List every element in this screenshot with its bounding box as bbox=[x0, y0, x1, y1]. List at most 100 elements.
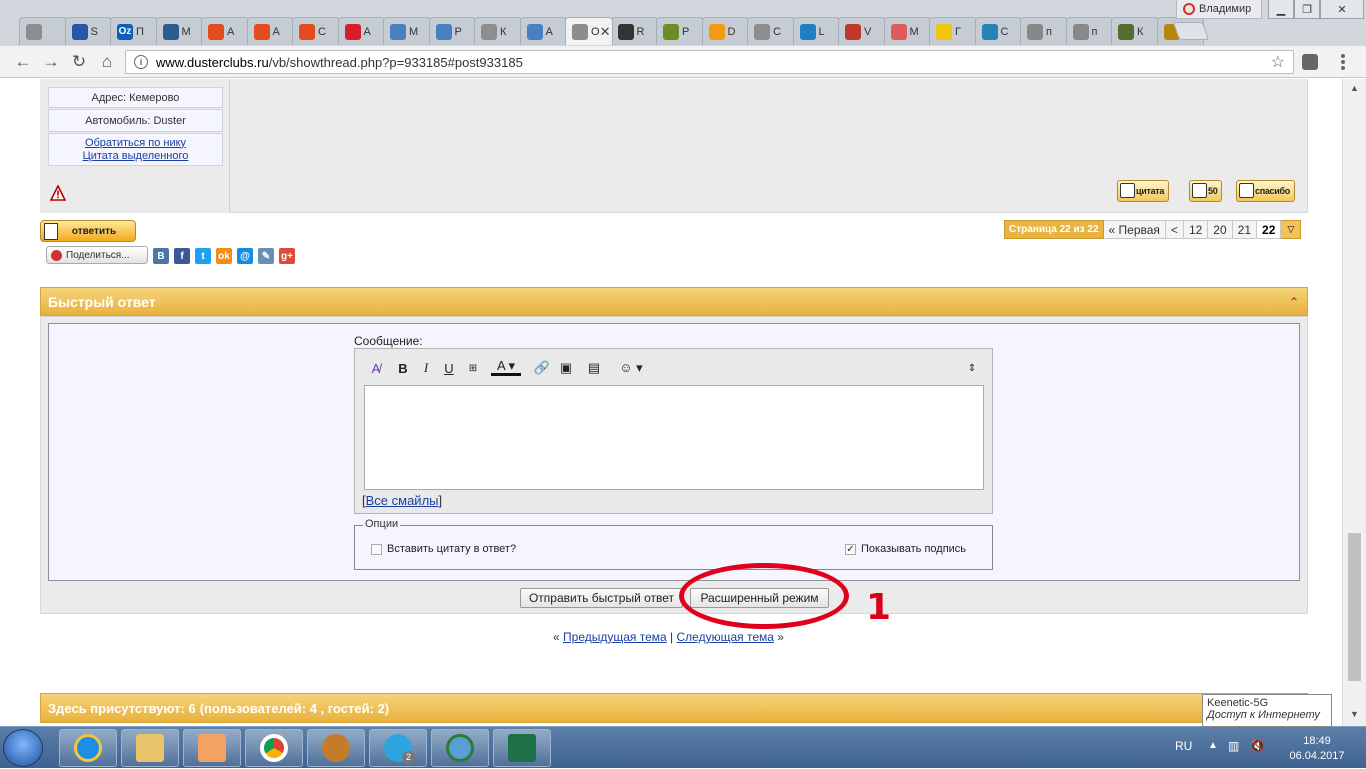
start-button[interactable] bbox=[3, 729, 43, 767]
language-indicator[interactable]: RU bbox=[1175, 739, 1192, 753]
quote-button[interactable]: цитата bbox=[1117, 180, 1170, 202]
reply-button[interactable]: ответить bbox=[40, 220, 136, 242]
next-thread-link[interactable]: Следующая тема bbox=[677, 630, 774, 644]
browser-menu-button[interactable] bbox=[1340, 54, 1346, 70]
minimize-button[interactable]: ▁ bbox=[1268, 0, 1294, 19]
tray-expand-icon[interactable]: ▲ bbox=[1208, 740, 1218, 751]
pager-dropdown-icon[interactable]: ▽ bbox=[1281, 220, 1302, 239]
site-info-icon[interactable]: i bbox=[134, 55, 148, 69]
browser-tab[interactable]: Р bbox=[656, 17, 704, 45]
browser-tab[interactable]: А bbox=[337, 17, 385, 45]
social-share-icon[interactable]: @ bbox=[237, 248, 253, 264]
browser-tab[interactable]: М bbox=[383, 17, 431, 45]
prev-thread-link[interactable]: Предыдущая тема bbox=[563, 630, 667, 644]
message-textarea[interactable] bbox=[364, 385, 984, 490]
new-tab-button[interactable] bbox=[1172, 22, 1210, 40]
tray-app-icon[interactable]: ▥ bbox=[1228, 739, 1239, 753]
page-link[interactable]: 20 bbox=[1208, 220, 1233, 239]
tab-close-icon[interactable]: ✕ bbox=[600, 24, 611, 40]
browser-tab[interactable]: С bbox=[747, 17, 795, 45]
browser-tab[interactable]: Г bbox=[929, 17, 977, 45]
browser-tab[interactable]: М bbox=[883, 17, 931, 45]
quote-icon[interactable]: ▤ bbox=[584, 358, 604, 378]
resize-toggle-icon[interactable]: ⇕ bbox=[962, 358, 982, 378]
page-scrollbar[interactable]: ▲ ▼ bbox=[1342, 79, 1366, 726]
excel-icon bbox=[508, 734, 536, 762]
taskbar-media[interactable] bbox=[183, 729, 241, 767]
italic-icon[interactable]: I bbox=[416, 358, 436, 378]
page-link[interactable]: 21 bbox=[1232, 220, 1258, 239]
browser-tab[interactable]: О ✕ bbox=[565, 17, 613, 45]
collapse-icon[interactable]: ⌃ bbox=[1289, 295, 1299, 309]
reload-button[interactable]: ↻ bbox=[68, 52, 90, 72]
bold-icon[interactable]: B bbox=[393, 358, 413, 378]
share-button[interactable]: Поделиться... bbox=[46, 246, 148, 264]
social-share-icon[interactable]: В bbox=[153, 248, 169, 264]
taskbar-app[interactable] bbox=[307, 729, 365, 767]
profile-button[interactable]: Владимир bbox=[1176, 0, 1262, 19]
extension-icon[interactable] bbox=[1302, 54, 1318, 70]
social-share-icon[interactable]: g+ bbox=[279, 248, 295, 264]
browser-tab[interactable]: М bbox=[155, 17, 203, 45]
browser-tab[interactable]: А bbox=[519, 17, 567, 45]
browser-tab[interactable]: п bbox=[1020, 17, 1068, 45]
browser-tab[interactable]: S bbox=[64, 17, 112, 45]
volume-muted-icon[interactable]: 🔇 bbox=[1250, 739, 1265, 753]
social-share-icon[interactable]: f bbox=[174, 248, 190, 264]
browser-tab[interactable]: L bbox=[792, 17, 840, 45]
multi-quote-button[interactable]: 50 bbox=[1189, 180, 1223, 202]
thanks-button[interactable]: спасибо bbox=[1236, 180, 1295, 202]
taskbar-explorer[interactable] bbox=[121, 729, 179, 767]
show-signature-checkbox[interactable]: ✓ bbox=[845, 543, 856, 555]
prev-page-link[interactable]: < bbox=[1165, 220, 1184, 239]
first-page-link[interactable]: « Первая bbox=[1103, 220, 1166, 239]
social-share-icon[interactable]: ok bbox=[216, 248, 232, 264]
close-window-button[interactable]: ✕ bbox=[1320, 0, 1364, 19]
report-warning-icon[interactable] bbox=[50, 185, 66, 201]
taskbar-excel[interactable] bbox=[493, 729, 551, 767]
browser-tab[interactable]: V bbox=[838, 17, 886, 45]
send-quick-reply-button[interactable]: Отправить быстрый ответ bbox=[520, 588, 683, 608]
social-share-icon[interactable]: t bbox=[195, 248, 211, 264]
smiley-icon[interactable]: ☺ ▾ bbox=[614, 358, 648, 378]
browser-tab[interactable]: D bbox=[701, 17, 749, 45]
maximize-button[interactable]: ❐ bbox=[1294, 0, 1320, 19]
scroll-down-icon[interactable]: ▼ bbox=[1350, 709, 1359, 719]
browser-tab[interactable] bbox=[19, 17, 67, 45]
home-button[interactable]: ⌂ bbox=[96, 52, 118, 72]
link-icon[interactable]: 🔗 bbox=[532, 358, 552, 378]
browser-tab[interactable]: А bbox=[246, 17, 294, 45]
scrollbar-thumb[interactable] bbox=[1348, 533, 1361, 681]
taskbar-chrome[interactable] bbox=[245, 729, 303, 767]
scroll-up-icon[interactable]: ▲ bbox=[1350, 83, 1359, 93]
browser-tab[interactable]: Р bbox=[428, 17, 476, 45]
browser-tab[interactable]: С bbox=[974, 17, 1022, 45]
font-color-icon[interactable]: A ▾ bbox=[491, 358, 521, 376]
social-share-icon[interactable]: ✎ bbox=[258, 248, 274, 264]
page-link[interactable]: 12 bbox=[1183, 220, 1209, 239]
forward-button[interactable]: → bbox=[40, 52, 62, 72]
expand-icon[interactable]: ⊞ bbox=[463, 358, 483, 378]
tab-favicon-icon bbox=[663, 23, 679, 40]
reply-to-nick-link[interactable]: Обратиться по нику bbox=[85, 137, 186, 150]
browser-tab[interactable]: R bbox=[610, 17, 658, 45]
taskbar-telegram[interactable]: 2 bbox=[369, 729, 427, 767]
browser-tab[interactable]: К bbox=[1111, 17, 1159, 45]
address-bar[interactable]: i www.dusterclubs.ru/vb/showthread.php?p… bbox=[125, 50, 1294, 74]
underline-icon[interactable]: U bbox=[439, 358, 459, 378]
browser-tab[interactable]: п bbox=[1065, 17, 1113, 45]
browser-tab[interactable]: Oz П bbox=[110, 17, 158, 45]
remove-format-icon[interactable]: A̸ bbox=[366, 358, 386, 378]
browser-tab[interactable]: А bbox=[201, 17, 249, 45]
browser-tab[interactable]: К bbox=[474, 17, 522, 45]
insert-quote-checkbox[interactable] bbox=[371, 543, 382, 555]
clock[interactable]: 18:49 06.04.2017 bbox=[1272, 734, 1362, 764]
quote-selected-link[interactable]: Цитата выделенного bbox=[83, 150, 189, 163]
image-icon[interactable]: ▣ bbox=[556, 358, 576, 378]
taskbar-network-app[interactable] bbox=[431, 729, 489, 767]
all-smilies-link[interactable]: Все смайлы bbox=[366, 493, 439, 508]
taskbar-ie[interactable] bbox=[59, 729, 117, 767]
back-button[interactable]: ← bbox=[12, 52, 34, 72]
bookmark-star-icon[interactable]: ☆ bbox=[1271, 52, 1285, 72]
browser-tab[interactable]: С bbox=[292, 17, 340, 45]
